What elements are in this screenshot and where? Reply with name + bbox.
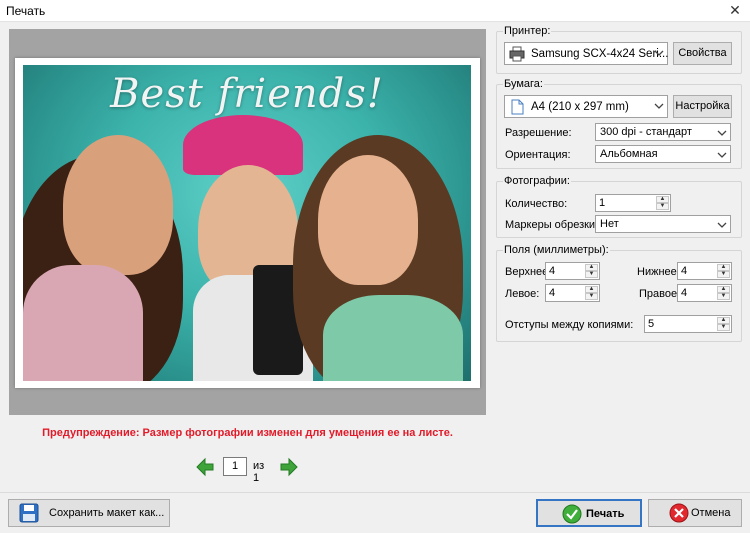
margin-right-value: 4 xyxy=(681,287,688,299)
printer-group: Принтер: Samsung SCX-4x24 Seri... Свойст… xyxy=(496,25,742,74)
prev-page-icon[interactable] xyxy=(195,457,215,477)
page-count-label: из 1 xyxy=(253,460,265,484)
check-circle-icon xyxy=(562,504,582,524)
stepper-arrows[interactable]: ▲ ▼ xyxy=(717,264,730,278)
photo-preview: Best friends! xyxy=(23,65,471,381)
print-preview: Best friends! xyxy=(9,29,486,415)
stepper-arrows[interactable]: ▲ ▼ xyxy=(656,196,669,210)
chevron-down-icon xyxy=(654,103,664,109)
save-layout-label: Сохранить макет как... xyxy=(49,507,165,519)
document-icon xyxy=(511,99,524,115)
resolution-value: 300 dpi - стандарт xyxy=(600,126,692,138)
photo-figure xyxy=(63,135,173,275)
stepper-arrows[interactable]: ▲ ▼ xyxy=(717,286,730,300)
next-page-icon[interactable] xyxy=(279,457,299,477)
stepper-down-icon[interactable]: ▼ xyxy=(717,324,730,331)
close-icon[interactable]: ✕ xyxy=(720,0,750,22)
paper-sheet: Best friends! xyxy=(15,58,480,388)
photo-figure xyxy=(323,295,463,381)
chevron-down-icon xyxy=(717,152,727,158)
resolution-label: Разрешение: xyxy=(505,127,572,139)
cancel-circle-icon xyxy=(669,503,689,523)
stepper-up-icon[interactable]: ▲ xyxy=(717,317,730,324)
stepper-arrows[interactable]: ▲ ▼ xyxy=(585,264,598,278)
margin-right-stepper[interactable]: 4 ▲ ▼ xyxy=(677,284,732,302)
margins-group: Поля (миллиметры): Верхнее: 4 ▲ ▼ Нижнее:… xyxy=(496,244,742,342)
stepper-arrows[interactable]: ▲ ▼ xyxy=(585,286,598,300)
stepper-up-icon[interactable]: ▲ xyxy=(717,264,730,271)
orientation-label: Ориентация: xyxy=(505,149,571,161)
copy-gap-stepper[interactable]: 5 ▲ ▼ xyxy=(644,315,732,333)
copy-gap-label: Отступы между копиями: xyxy=(505,319,634,331)
copies-count-stepper[interactable]: 1 ▲ ▼ xyxy=(595,194,671,212)
copies-count-label: Количество: xyxy=(505,198,568,210)
printer-select[interactable]: Samsung SCX-4x24 Seri... xyxy=(504,42,668,65)
orientation-value: Альбомная xyxy=(600,148,658,160)
resize-warning: Предупреждение: Размер фотографии измене… xyxy=(42,427,453,439)
stepper-arrows[interactable]: ▲ ▼ xyxy=(717,317,730,331)
window-title: Печать xyxy=(6,4,46,18)
margin-left-value: 4 xyxy=(549,287,556,299)
printer-icon xyxy=(509,46,525,62)
margin-bottom-stepper[interactable]: 4 ▲ ▼ xyxy=(677,262,732,280)
stepper-down-icon[interactable]: ▼ xyxy=(585,271,598,278)
title-bar: Печать ✕ xyxy=(0,0,750,22)
cancel-button[interactable]: Отмена xyxy=(648,499,742,527)
print-button[interactable]: Печать xyxy=(536,499,642,527)
paper-group: Бумага: A4 (210 x 297 mm) Настройка Разр… xyxy=(496,78,742,169)
margin-left-label: Левое: xyxy=(505,288,540,300)
orientation-select[interactable]: Альбомная xyxy=(595,145,731,163)
stepper-up-icon[interactable]: ▲ xyxy=(717,286,730,293)
paper-setup-button[interactable]: Настройка xyxy=(673,95,732,118)
printer-group-label: Принтер: xyxy=(503,25,552,37)
margin-right-label: Правое: xyxy=(639,288,681,300)
photo-caption: Best friends! xyxy=(110,71,384,117)
margin-top-stepper[interactable]: 4 ▲ ▼ xyxy=(545,262,600,280)
printer-select-value: Samsung SCX-4x24 Seri... xyxy=(531,48,669,60)
dialog-footer: Сохранить макет как... Печать Отмена xyxy=(0,492,750,533)
chevron-down-icon xyxy=(717,130,727,136)
paper-size-select[interactable]: A4 (210 x 297 mm) xyxy=(504,95,668,118)
paper-group-label: Бумага: xyxy=(503,78,544,90)
chevron-down-icon xyxy=(717,222,727,228)
margin-top-value: 4 xyxy=(549,265,556,277)
photo-figure xyxy=(23,265,143,381)
photo-figure xyxy=(318,155,418,285)
margins-group-label: Поля (миллиметры): xyxy=(503,244,610,256)
save-layout-button[interactable]: Сохранить макет как... xyxy=(8,499,170,527)
floppy-disk-icon xyxy=(19,503,39,523)
stepper-down-icon[interactable]: ▼ xyxy=(656,203,669,210)
stepper-down-icon[interactable]: ▼ xyxy=(717,293,730,300)
stepper-down-icon[interactable]: ▼ xyxy=(585,293,598,300)
crop-marks-select[interactable]: Нет xyxy=(595,215,731,233)
cancel-label: Отмена xyxy=(691,507,731,519)
copies-count-value: 1 xyxy=(599,197,606,209)
photos-group-label: Фотографии: xyxy=(503,175,571,187)
print-label: Печать xyxy=(586,508,625,520)
crop-marks-label: Маркеры обрезки: xyxy=(505,219,599,231)
printer-properties-button[interactable]: Свойства xyxy=(673,42,732,65)
margin-bottom-label: Нижнее: xyxy=(637,266,680,278)
stepper-up-icon[interactable]: ▲ xyxy=(585,286,598,293)
copy-gap-value: 5 xyxy=(648,318,655,330)
margin-left-stepper[interactable]: 4 ▲ ▼ xyxy=(545,284,600,302)
chevron-down-icon xyxy=(654,50,664,56)
resolution-select[interactable]: 300 dpi - стандарт xyxy=(595,123,731,141)
stepper-down-icon[interactable]: ▼ xyxy=(717,271,730,278)
page-number-input[interactable]: 1 xyxy=(223,457,247,476)
crop-marks-value: Нет xyxy=(600,218,619,230)
photos-group: Фотографии: Количество: 1 ▲ ▼ Маркеры обр… xyxy=(496,175,742,238)
stepper-up-icon[interactable]: ▲ xyxy=(585,264,598,271)
margin-bottom-value: 4 xyxy=(681,265,688,277)
paper-size-value: A4 (210 x 297 mm) xyxy=(531,101,629,113)
stepper-up-icon[interactable]: ▲ xyxy=(656,196,669,203)
